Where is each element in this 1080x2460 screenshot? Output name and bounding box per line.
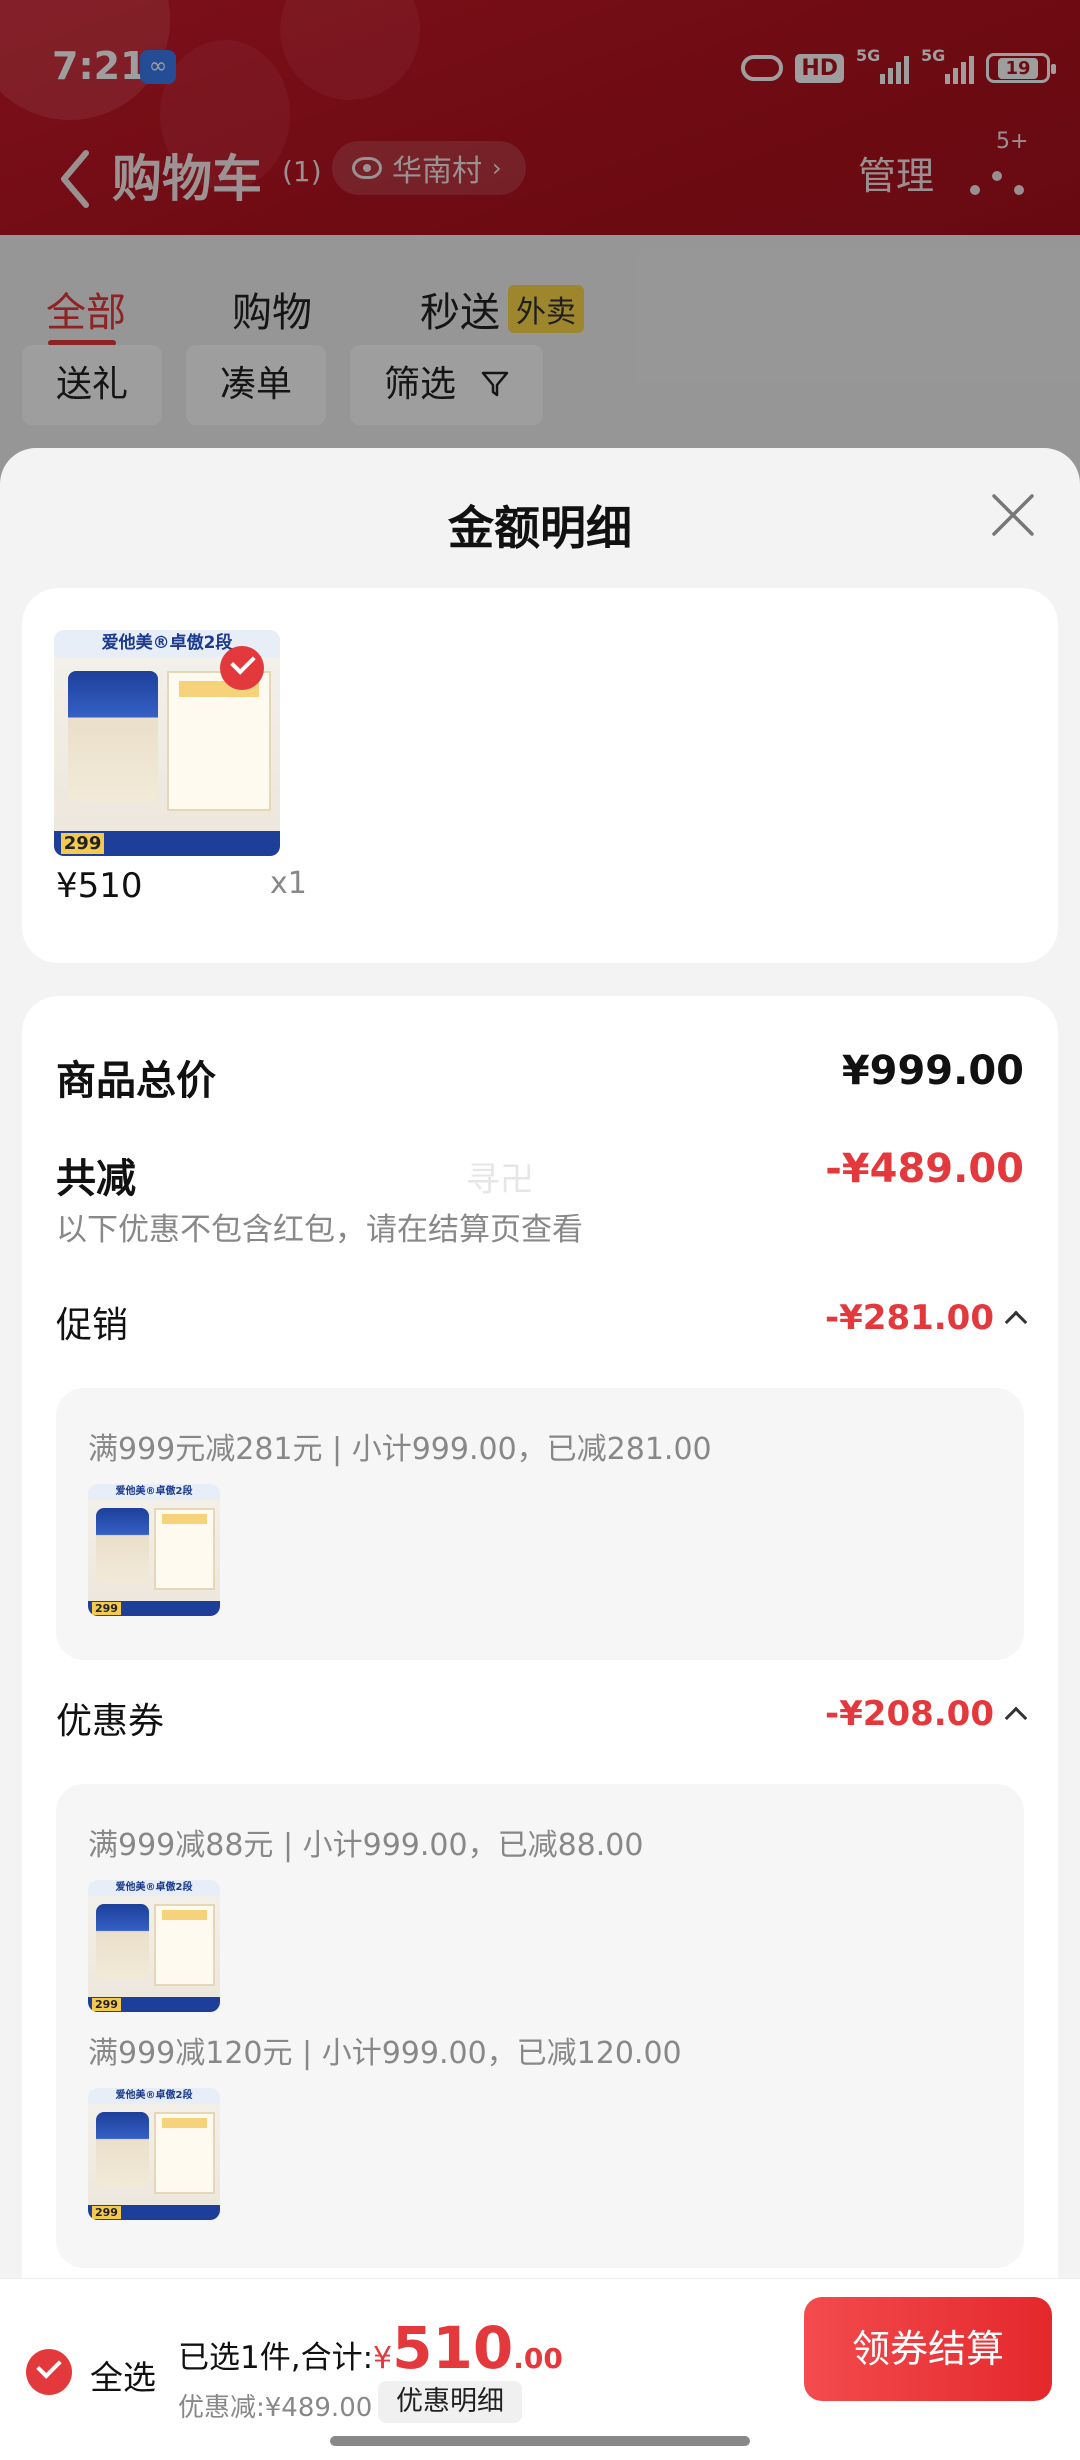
selected-check-icon	[220, 646, 264, 690]
chevron-up-icon	[1004, 1706, 1028, 1730]
close-icon[interactable]	[990, 492, 1036, 538]
select-all-label[interactable]: 全选	[90, 2351, 156, 2399]
price-breakdown-card: 商品总价 ¥999.00 共减 寻卍 -¥489.00 以下优惠不包含红包，请在…	[22, 996, 1058, 2460]
discount-hint: 以下优惠不包含红包，请在结算页查看	[56, 1212, 583, 1248]
product-card: 爱他美®卓傲2段 299 ¥510 x1	[22, 588, 1058, 963]
product-price-tag: 299	[60, 832, 105, 854]
total-price-value: ¥999.00	[841, 1048, 1024, 1094]
promotion-value: -¥281.00	[825, 1298, 994, 1338]
discount-detail-button[interactable]: 优惠明细	[378, 2381, 522, 2423]
sheet-title: 金额明细	[448, 501, 632, 555]
promotion-product-thumb: 爱他美®卓傲2段 299	[88, 1484, 220, 1616]
watermark: 寻卍	[466, 1160, 534, 1200]
currency-symbol: ¥	[373, 2341, 393, 2376]
checkout-button[interactable]: 领券结算	[804, 2297, 1052, 2401]
total-amount-decimal: .00	[513, 2342, 563, 2375]
promotion-rule: 满999元减281元 | 小计999.00，已减281.00	[88, 1432, 712, 1467]
chevron-up-icon	[1004, 1310, 1028, 1334]
amount-detail-sheet: 金额明细 爱他美®卓傲2段 299 ¥510 x1 商品总价 ¥999.00 共…	[0, 448, 1080, 2460]
total-amount: 510	[392, 2314, 514, 2382]
product-price: ¥510	[56, 866, 143, 906]
select-all-checkbox[interactable]	[26, 2349, 72, 2395]
coupon-detail-box: 满999减88元 | 小计999.00，已减88.00 爱他美®卓傲2段 299…	[56, 1784, 1024, 2268]
product-quantity: x1	[270, 866, 307, 901]
coupon-rule: 满999减88元 | 小计999.00，已减88.00	[88, 1828, 644, 1863]
coupon-label: 优惠券	[56, 1701, 165, 1742]
total-price-label: 商品总价	[56, 1058, 216, 1104]
promotion-label: 促销	[56, 1305, 129, 1346]
discount-summary: 优惠减:¥489.00	[178, 2393, 373, 2423]
coupon-rule: 满999减120元 | 小计999.00，已减120.00	[88, 2036, 682, 2071]
coupon-toggle[interactable]: -¥208.00	[825, 1694, 1028, 1734]
total-reduction-label: 共减	[56, 1156, 136, 1202]
checkout-bar: 全选 已选1件,合计: ¥ 510 .00 优惠减:¥489.00 优惠明细 领…	[0, 2278, 1080, 2460]
home-indicator[interactable]	[330, 2436, 750, 2446]
coupon-product-thumb: 爱他美®卓傲2段 299	[88, 2088, 220, 2220]
product-can-graphic	[67, 670, 158, 802]
coupon-value: -¥208.00	[825, 1694, 994, 1734]
product-promo-panel	[167, 670, 271, 811]
product-image[interactable]: 爱他美®卓傲2段 299	[54, 630, 280, 856]
total-reduction-value: -¥489.00	[825, 1146, 1024, 1192]
promotion-toggle[interactable]: -¥281.00	[825, 1298, 1028, 1338]
coupon-product-thumb: 爱他美®卓傲2段 299	[88, 1880, 220, 2012]
promotion-detail-box: 满999元减281元 | 小计999.00，已减281.00 爱他美®卓傲2段 …	[56, 1388, 1024, 1660]
selected-count-label: 已选1件,合计:	[178, 2340, 374, 2376]
total-summary: 已选1件,合计: ¥ 510 .00	[178, 2319, 563, 2377]
